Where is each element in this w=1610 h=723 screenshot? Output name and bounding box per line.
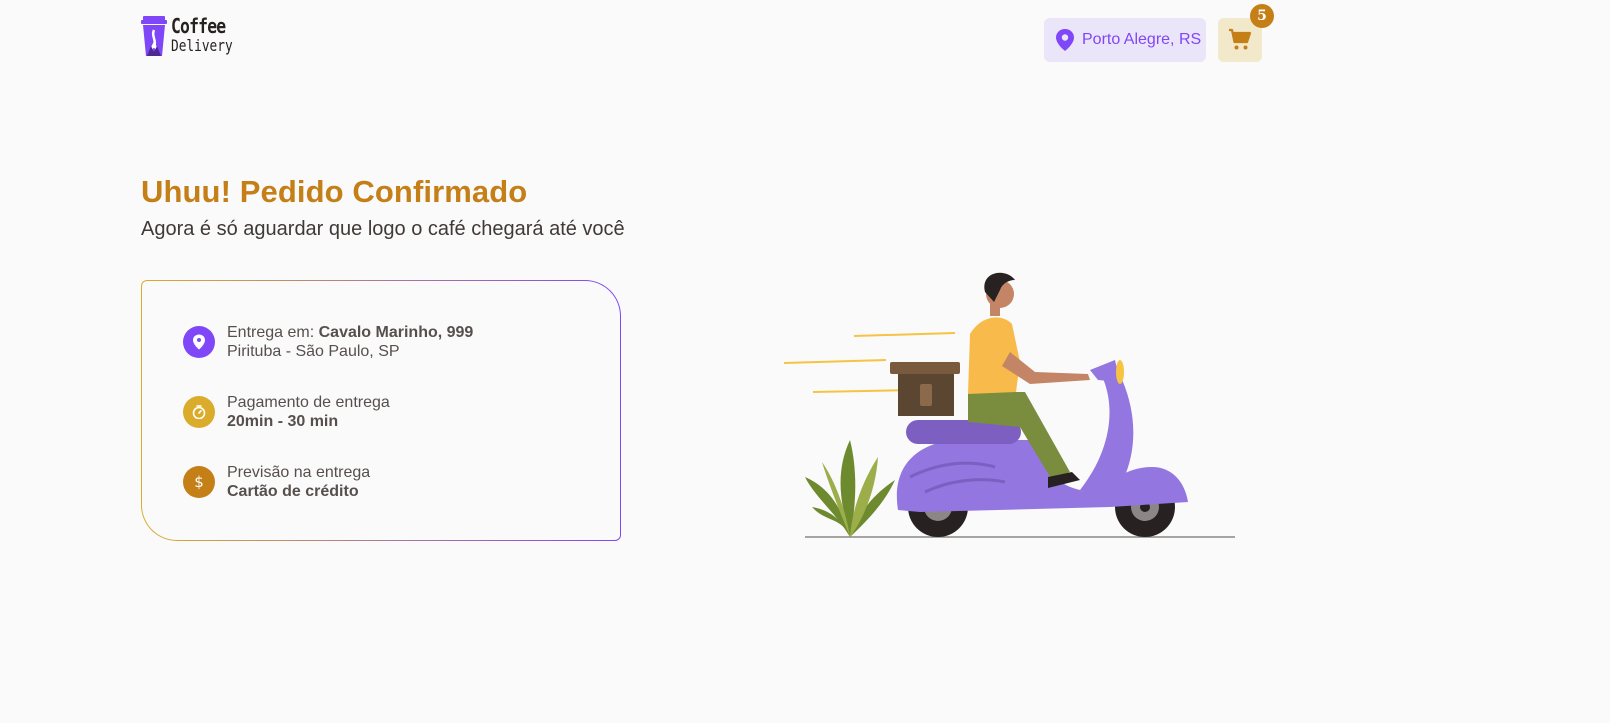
map-pin-icon — [1056, 29, 1074, 51]
delivery-scooter-illustration — [783, 272, 1235, 538]
payment-method-text: Previsão na entrega Cartão de crédito — [227, 463, 370, 501]
delivery-time-value: 20min - 30 min — [227, 413, 339, 430]
delivery-address-city: Pirituba - São Paulo, SP — [227, 343, 400, 360]
cart-count-badge: 5 — [1250, 4, 1274, 28]
logo-text-delivery: Delivery — [171, 36, 233, 55]
currency-dollar-icon: $ — [183, 466, 215, 498]
logo-text-coffee: Coffee — [171, 14, 226, 38]
coffee-cup-logo-icon — [141, 16, 167, 56]
location-button[interactable]: Porto Alegre, RS — [1044, 18, 1206, 62]
delivery-address-row: Entrega em: Cavalo Marinho, 999 Pirituba… — [183, 323, 473, 361]
delivery-time-text: Pagamento de entrega 20min - 30 min — [227, 393, 390, 431]
shopping-cart-icon — [1229, 28, 1252, 50]
delivery-address-text: Entrega em: Cavalo Marinho, 999 Pirituba… — [227, 323, 473, 361]
delivery-time-row: Pagamento de entrega 20min - 30 min — [183, 393, 390, 431]
page-subtitle: Agora é só aguardar que logo o café cheg… — [141, 218, 625, 240]
map-pin-icon — [183, 326, 215, 358]
timer-icon — [183, 396, 215, 428]
logo[interactable]: Coffee Delivery — [141, 16, 248, 58]
delivery-address-label: Entrega em: — [227, 324, 319, 341]
delivery-address-street: Cavalo Marinho, 999 — [318, 324, 474, 341]
order-info-card: Entrega em: Cavalo Marinho, 999 Pirituba… — [141, 280, 621, 541]
payment-method-value: Cartão de crédito — [227, 483, 359, 500]
location-label: Porto Alegre, RS — [1082, 31, 1202, 48]
header: Coffee Delivery Porto Alegre, RS 5 — [0, 0, 1610, 80]
page-title: Uhuu! Pedido Confirmado — [141, 174, 528, 209]
payment-method-row: $ Previsão na entrega Cartão de crédito — [183, 463, 370, 501]
payment-method-label: Previsão na entrega — [227, 464, 371, 481]
delivery-time-label: Pagamento de entrega — [227, 394, 390, 411]
